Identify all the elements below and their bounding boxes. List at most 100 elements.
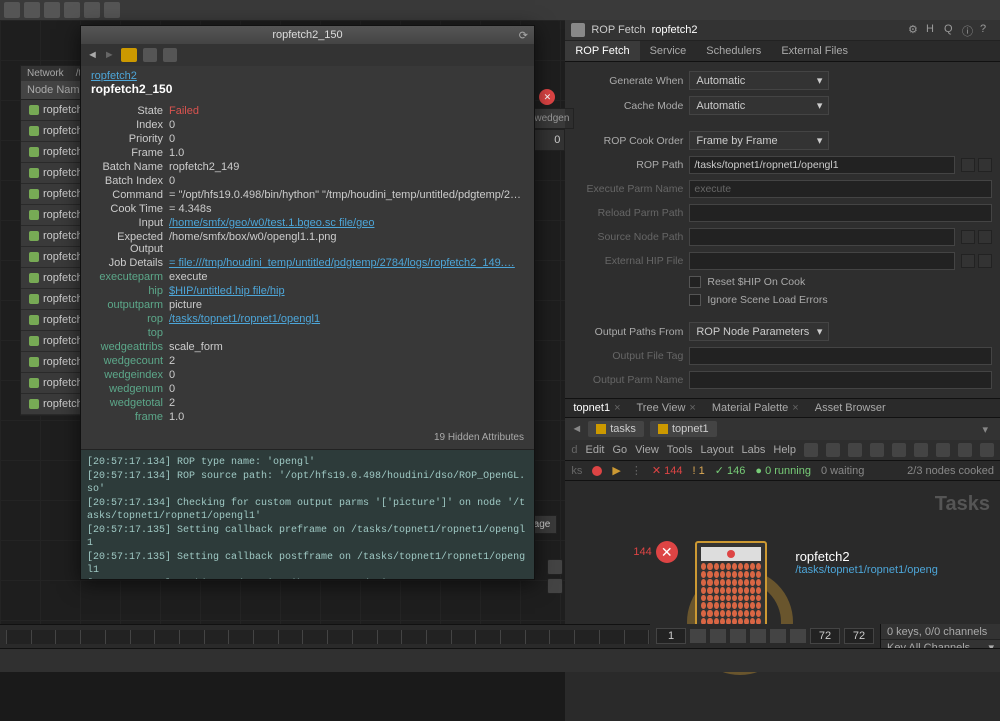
play-back-icon[interactable] <box>730 629 746 643</box>
tool-icon[interactable] <box>104 2 120 18</box>
tool-icon[interactable] <box>914 443 928 457</box>
jump-icon[interactable] <box>978 254 992 268</box>
tool-icon[interactable] <box>64 2 80 18</box>
window-titlebar[interactable]: ropfetch2_150 ⟳ <box>81 26 534 44</box>
param-tabs: ROP Fetch Service Schedulers External Fi… <box>565 41 1000 62</box>
tool-icon[interactable] <box>980 443 994 457</box>
tab-service[interactable]: Service <box>640 41 697 61</box>
tab-external-files[interactable]: External Files <box>771 41 858 61</box>
tab-topnet1[interactable]: topnet1× <box>565 399 628 417</box>
ignore-errors-checkbox[interactable] <box>689 294 701 306</box>
reset-hip-checkbox[interactable] <box>689 276 701 288</box>
play-icon[interactable]: ▶ <box>612 464 620 477</box>
gear-icon[interactable]: ⚙ <box>908 23 922 37</box>
prev-frame-icon[interactable] <box>710 629 726 643</box>
reload-icon[interactable]: ⟳ <box>519 29 528 42</box>
tab-tree-view[interactable]: Tree View× <box>629 399 704 417</box>
file-chooser-icon[interactable] <box>961 254 975 268</box>
cook-order-dropdown[interactable]: Frame by Frame▾ <box>689 131 829 150</box>
tool-icon[interactable] <box>958 443 972 457</box>
cook-status-bar: ks ▶ ⋮ ✕ 144 ! 1 ✓ 146 ● 0 running 0 wai… <box>565 461 1000 481</box>
menu-icon[interactable] <box>4 2 20 18</box>
info-icon[interactable]: ⓘ <box>962 23 976 37</box>
back-icon[interactable]: ◄ <box>571 423 582 435</box>
tool-icon[interactable] <box>84 2 100 18</box>
tool-icon[interactable] <box>936 443 950 457</box>
menu-view[interactable]: View <box>635 444 659 456</box>
stop-icon[interactable] <box>592 466 602 476</box>
tool-icon[interactable] <box>892 443 906 457</box>
context-label: Tasks <box>935 493 990 516</box>
reload-parm-input[interactable] <box>689 204 992 222</box>
top-menubar <box>0 0 1000 20</box>
attribute-list: StateFailedIndex0Priority0Frame1.0Batch … <box>81 100 534 426</box>
output-paths-dropdown[interactable]: ROP Node Parameters▾ <box>689 322 829 341</box>
menu-layout[interactable]: Layout <box>700 444 733 456</box>
first-frame-icon[interactable] <box>690 629 706 643</box>
tool-icon[interactable] <box>826 443 840 457</box>
node-chooser-icon[interactable] <box>961 230 975 244</box>
menu-tools[interactable]: Tools <box>667 444 693 456</box>
tab-schedulers[interactable]: Schedulers <box>696 41 771 61</box>
external-hip-input[interactable] <box>689 252 955 270</box>
tool-icon[interactable] <box>848 443 862 457</box>
forward-icon[interactable]: ► <box>104 49 115 61</box>
param-body: Generate WhenAutomatic▾ Cache ModeAutoma… <box>565 62 1000 398</box>
output-file-tag-input[interactable] <box>689 347 992 365</box>
back-icon[interactable]: ◄ <box>87 49 98 61</box>
menu-go[interactable]: Go <box>612 444 627 456</box>
generate-when-dropdown[interactable]: Automatic▾ <box>689 71 829 90</box>
next-frame-icon[interactable] <box>770 629 786 643</box>
path-crumb-topnet1[interactable]: topnet1 <box>650 421 717 437</box>
log-output[interactable]: [20:57:17.134] ROP type name: 'opengl' [… <box>81 449 534 579</box>
frame-current[interactable]: 72 <box>810 628 840 644</box>
output-parm-name-input[interactable] <box>689 371 992 389</box>
jump-icon[interactable] <box>978 230 992 244</box>
node-name-label: ropfetch2 <box>795 549 938 564</box>
breadcrumb-parent[interactable]: ropfetch2 <box>91 70 137 82</box>
tool-icon[interactable] <box>44 2 60 18</box>
close-icon[interactable]: ✕ <box>539 89 555 105</box>
network-canvas[interactable]: Tasks 144 ✕ ropfetch2 /tasks/topnet1/rop… <box>565 481 1000 721</box>
rop-path-input[interactable] <box>689 156 955 174</box>
cache-mode-dropdown[interactable]: Automatic▾ <box>689 96 829 115</box>
frame-end[interactable]: 72 <box>844 628 874 644</box>
jump-icon[interactable] <box>978 158 992 172</box>
frame-start[interactable]: 1 <box>656 628 686 644</box>
node-path-label[interactable]: /tasks/topnet1/ropnet1/openg <box>795 564 938 576</box>
source-node-input[interactable] <box>689 228 955 246</box>
hidden-attrs-label[interactable]: 19 Hidden Attributes <box>81 426 534 449</box>
tab-rop-fetch[interactable]: ROP Fetch <box>565 41 639 61</box>
tool-icon[interactable] <box>870 443 884 457</box>
network-pane-tabs: topnet1× Tree View× Material Palette× As… <box>565 398 1000 418</box>
node-type-icon <box>571 23 585 37</box>
filter-icon[interactable] <box>163 48 177 62</box>
param-header: ROP Fetch ropfetch2 ⚙ H Q ⓘ ? <box>565 20 1000 41</box>
breadcrumb: ropfetch2 ropfetch2_150 <box>81 66 534 100</box>
tool-icon[interactable] <box>24 2 40 18</box>
error-badge[interactable]: 144 ✕ <box>633 541 677 563</box>
execute-parm-input[interactable] <box>689 180 992 198</box>
keys-status[interactable]: 0 keys, 0/0 channels <box>881 624 1000 640</box>
node-flag-bar[interactable] <box>701 547 761 561</box>
info-icon[interactable] <box>547 559 563 575</box>
path-crumb-tasks[interactable]: tasks <box>588 421 644 437</box>
copy-icon[interactable] <box>143 48 157 62</box>
tool-icon[interactable] <box>804 443 818 457</box>
folder-icon[interactable] <box>121 48 137 62</box>
node-chooser-icon[interactable] <box>961 158 975 172</box>
menu-help[interactable]: Help <box>773 444 796 456</box>
grid-icon[interactable] <box>547 578 563 594</box>
help-icon[interactable]: ? <box>980 23 994 37</box>
menu-labs[interactable]: Labs <box>742 444 766 456</box>
tab-asset-browser[interactable]: Asset Browser <box>807 399 894 417</box>
tab-network[interactable]: Network <box>21 66 70 81</box>
search-icon[interactable]: Q <box>944 23 958 37</box>
tab-material-palette[interactable]: Material Palette× <box>704 399 807 417</box>
playback-controls: 1 72 72 <box>650 624 880 648</box>
menu-edit[interactable]: Edit <box>585 444 604 456</box>
play-icon[interactable] <box>750 629 766 643</box>
workitem-detail-window: ropfetch2_150 ⟳ ◄ ► ropfetch2 ropfetch2_… <box>80 25 535 580</box>
last-frame-icon[interactable] <box>790 629 806 643</box>
h-icon[interactable]: H <box>926 23 940 37</box>
